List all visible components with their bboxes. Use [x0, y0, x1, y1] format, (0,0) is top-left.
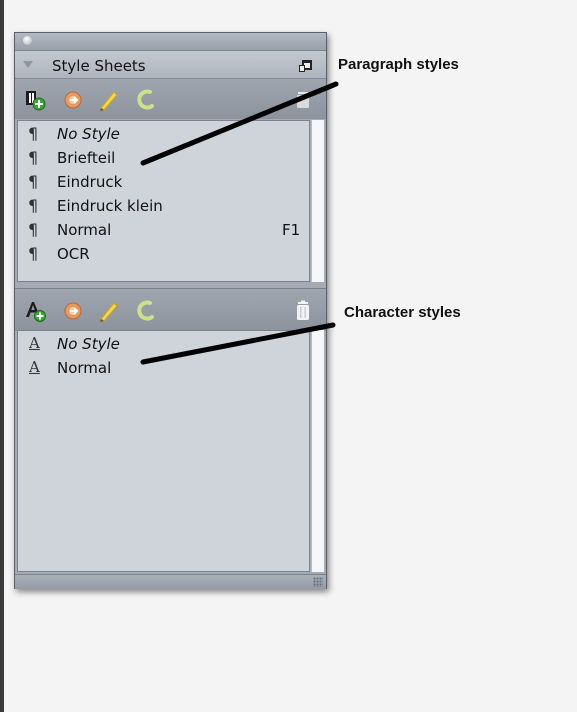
paragraph-style-ocr[interactable]: ¶ OCR [18, 243, 307, 267]
character-style-no-style[interactable]: A No Style [18, 333, 307, 357]
edit-character-style-icon[interactable] [62, 300, 84, 322]
paragraph-style-eindruck-klein[interactable]: ¶ Eindruck klein [18, 195, 307, 219]
collapse-triangle-icon[interactable] [23, 61, 33, 68]
paragraph-style-eindruck[interactable]: ¶ Eindruck [18, 171, 307, 195]
character-style-normal[interactable]: A Normal [18, 357, 307, 381]
delete-character-style-icon[interactable] [292, 300, 314, 322]
character-styles-toolbar [15, 288, 326, 331]
shortcut-key: F1 [282, 221, 301, 239]
character-styles-callout: Character styles [344, 304, 461, 321]
paragraph-styles-toolbar [15, 79, 326, 119]
style-label: Briefteil [57, 149, 116, 167]
paragraph-icon: ¶ [28, 124, 39, 143]
paragraph-icon: ¶ [28, 220, 39, 239]
duplicate-character-style-icon[interactable] [97, 300, 119, 322]
paragraph-styles-callout: Paragraph styles [338, 56, 459, 73]
style-label: Normal [57, 359, 112, 377]
paragraph-icon: ¶ [28, 244, 39, 263]
style-label: Eindruck klein [57, 197, 163, 215]
style-sheets-palette: Style Sheets ¶ No Style ¶ Briefteil ¶ Ei… [14, 32, 327, 589]
delete-paragraph-style-icon[interactable] [292, 89, 314, 111]
character-icon: A [29, 334, 40, 352]
paragraph-icon: ¶ [28, 196, 39, 215]
palette-titlebar[interactable] [15, 33, 326, 51]
paragraph-style-briefteil[interactable]: ¶ Briefteil [18, 147, 307, 171]
style-label: Normal [57, 221, 112, 239]
character-icon: A [29, 358, 40, 376]
paragraph-icon: ¶ [28, 172, 39, 191]
style-label: No Style [57, 125, 120, 143]
style-label: OCR [57, 245, 90, 263]
palette-statusbar [15, 574, 326, 589]
paragraph-list-scrollbar[interactable] [311, 120, 324, 282]
resize-grip-icon[interactable] [313, 577, 323, 587]
new-character-style-icon[interactable] [24, 300, 46, 322]
paragraph-styles-list: ¶ No Style ¶ Briefteil ¶ Eindruck ¶ Eind… [17, 120, 310, 282]
duplicate-paragraph-style-icon[interactable] [97, 89, 119, 111]
paragraph-style-normal[interactable]: ¶ Normal F1 [18, 219, 307, 243]
edit-paragraph-style-icon[interactable] [62, 89, 84, 111]
close-icon[interactable] [23, 36, 32, 45]
new-paragraph-style-icon[interactable] [24, 89, 46, 111]
character-styles-list: A No Style A Normal [17, 330, 310, 572]
undo-paragraph-style-icon[interactable] [135, 89, 157, 111]
style-label: Eindruck [57, 173, 123, 191]
character-list-scrollbar[interactable] [311, 330, 324, 572]
palette-header: Style Sheets [15, 51, 326, 79]
undo-character-style-icon[interactable] [135, 300, 157, 322]
paragraph-style-no-style[interactable]: ¶ No Style [18, 123, 307, 147]
palette-title: Style Sheets [52, 57, 146, 75]
paragraph-icon: ¶ [28, 148, 39, 167]
palette-menu-icon[interactable] [299, 60, 312, 72]
style-label: No Style [57, 335, 120, 353]
left-window-edge [0, 0, 4, 712]
